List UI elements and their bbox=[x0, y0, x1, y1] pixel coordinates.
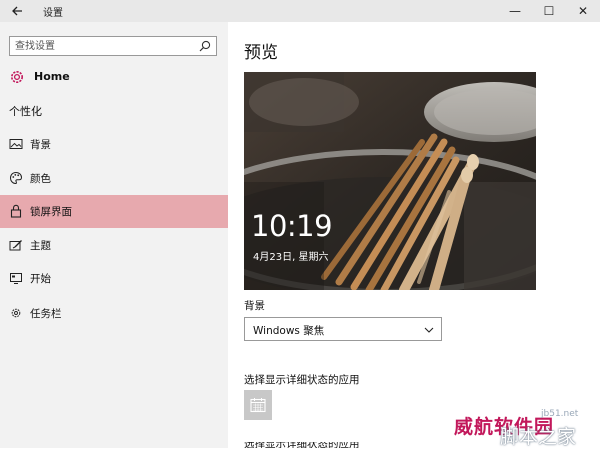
sidebar-item-themes[interactable]: 主题 bbox=[0, 229, 228, 262]
lock-screen-date: 4月23日, 星期六 bbox=[253, 252, 329, 263]
search-icon[interactable] bbox=[198, 39, 212, 53]
detail-status-app-label: 选择显示详细状态的应用 bbox=[244, 374, 360, 386]
palette-icon bbox=[9, 171, 23, 185]
search-box[interactable] bbox=[9, 36, 217, 56]
lock-screen-time: 10:19 bbox=[251, 209, 333, 243]
background-dropdown[interactable]: Windows 聚焦 bbox=[244, 317, 442, 341]
close-button[interactable]: ✕ bbox=[566, 0, 600, 22]
home-label: Home bbox=[34, 70, 70, 83]
calendar-icon bbox=[250, 398, 266, 413]
theme-icon bbox=[9, 240, 22, 251]
sidebar-item-label: 背景 bbox=[30, 139, 51, 151]
home-link[interactable]: Home bbox=[8, 67, 218, 89]
sidebar-item-label: 任务栏 bbox=[30, 308, 62, 320]
detail-status-app-button[interactable] bbox=[244, 390, 272, 420]
section-heading: 个性化 bbox=[9, 105, 42, 118]
sidebar-item-colors[interactable]: 颜色 bbox=[0, 162, 228, 195]
title-bar: 设置 — ☐ ✕ bbox=[0, 0, 600, 22]
main-panel: 预览 10:19 4月23日, 星期六 背景 Windows 聚焦 选择显示详细… bbox=[228, 22, 600, 448]
sidebar-item-taskbar[interactable]: 任务栏 bbox=[0, 297, 228, 330]
sidebar: Home 个性化 背景 颜色 锁屏界面 主题 bbox=[0, 22, 228, 448]
chevron-down-icon bbox=[424, 327, 434, 333]
back-arrow-icon[interactable] bbox=[8, 2, 28, 20]
next-section-label: 选择显示详细状态的应用 bbox=[244, 442, 360, 448]
watermark-site: 脚本之家 bbox=[500, 426, 577, 448]
page-title: 预览 bbox=[244, 43, 278, 63]
sidebar-item-label: 颜色 bbox=[30, 173, 51, 185]
sidebar-item-label: 主题 bbox=[30, 240, 51, 252]
sidebar-item-lock-screen[interactable]: 锁屏界面 bbox=[0, 195, 228, 228]
search-input[interactable] bbox=[15, 39, 195, 53]
picture-icon bbox=[9, 139, 23, 149]
background-dropdown-value: Windows 聚焦 bbox=[253, 325, 325, 337]
window-title: 设置 bbox=[43, 8, 63, 19]
lock-icon bbox=[10, 204, 22, 218]
sidebar-item-label: 锁屏界面 bbox=[30, 206, 72, 218]
sidebar-item-background[interactable]: 背景 bbox=[0, 128, 228, 161]
sidebar-item-start[interactable]: 开始 bbox=[0, 262, 228, 295]
background-label: 背景 bbox=[244, 300, 265, 312]
minimize-button[interactable]: — bbox=[498, 0, 532, 22]
watermark-domain: jb51.net bbox=[541, 409, 579, 419]
start-icon bbox=[10, 273, 22, 284]
maximize-button[interactable]: ☐ bbox=[532, 0, 566, 22]
sidebar-item-label: 开始 bbox=[30, 273, 51, 285]
taskbar-icon bbox=[11, 308, 21, 318]
gear-icon bbox=[11, 71, 23, 83]
lock-screen-preview: 10:19 4月23日, 星期六 bbox=[244, 72, 536, 290]
